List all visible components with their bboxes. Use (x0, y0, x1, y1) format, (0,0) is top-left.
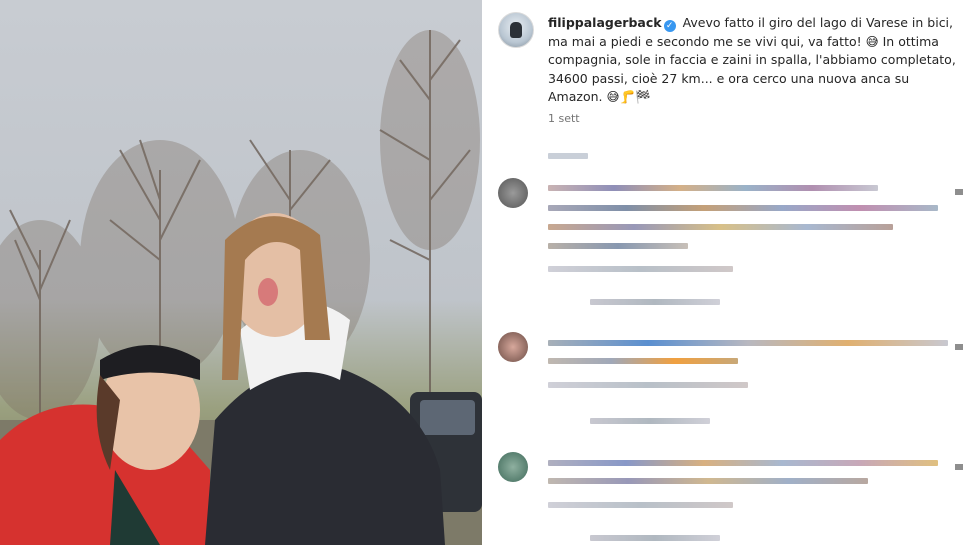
blurred-text (548, 185, 878, 191)
blurred-text (548, 205, 938, 211)
blurred-text (590, 535, 720, 541)
blurred-text (548, 502, 733, 508)
username-link[interactable]: filippalagerback (548, 15, 662, 30)
avatar[interactable] (498, 12, 534, 48)
more-options-icon[interactable] (955, 189, 963, 195)
blurred-text (548, 266, 733, 272)
caption-text: filippalagerback ✓ Avevo fatto il giro de… (548, 14, 958, 107)
avatar[interactable] (498, 178, 528, 208)
blurred-text (548, 478, 868, 484)
more-options-icon[interactable] (955, 464, 963, 470)
blurred-text (548, 382, 748, 388)
blurred-text (548, 153, 588, 159)
post-timestamp[interactable]: 1 sett (548, 112, 580, 125)
blurred-text (548, 460, 938, 466)
blurred-text (548, 243, 688, 249)
avatar[interactable] (498, 452, 528, 482)
blurred-text (548, 358, 738, 364)
blurred-text (590, 299, 720, 305)
post-photo (0, 0, 482, 545)
avatar[interactable] (498, 332, 528, 362)
blurred-text (548, 224, 893, 230)
post-panel: filippalagerback ✓ Avevo fatto il giro de… (482, 0, 969, 545)
blurred-text (590, 418, 710, 424)
verified-badge-icon: ✓ (663, 20, 676, 32)
more-options-icon[interactable] (955, 344, 963, 350)
photo-illustration (0, 30, 482, 545)
blurred-text (548, 340, 948, 346)
